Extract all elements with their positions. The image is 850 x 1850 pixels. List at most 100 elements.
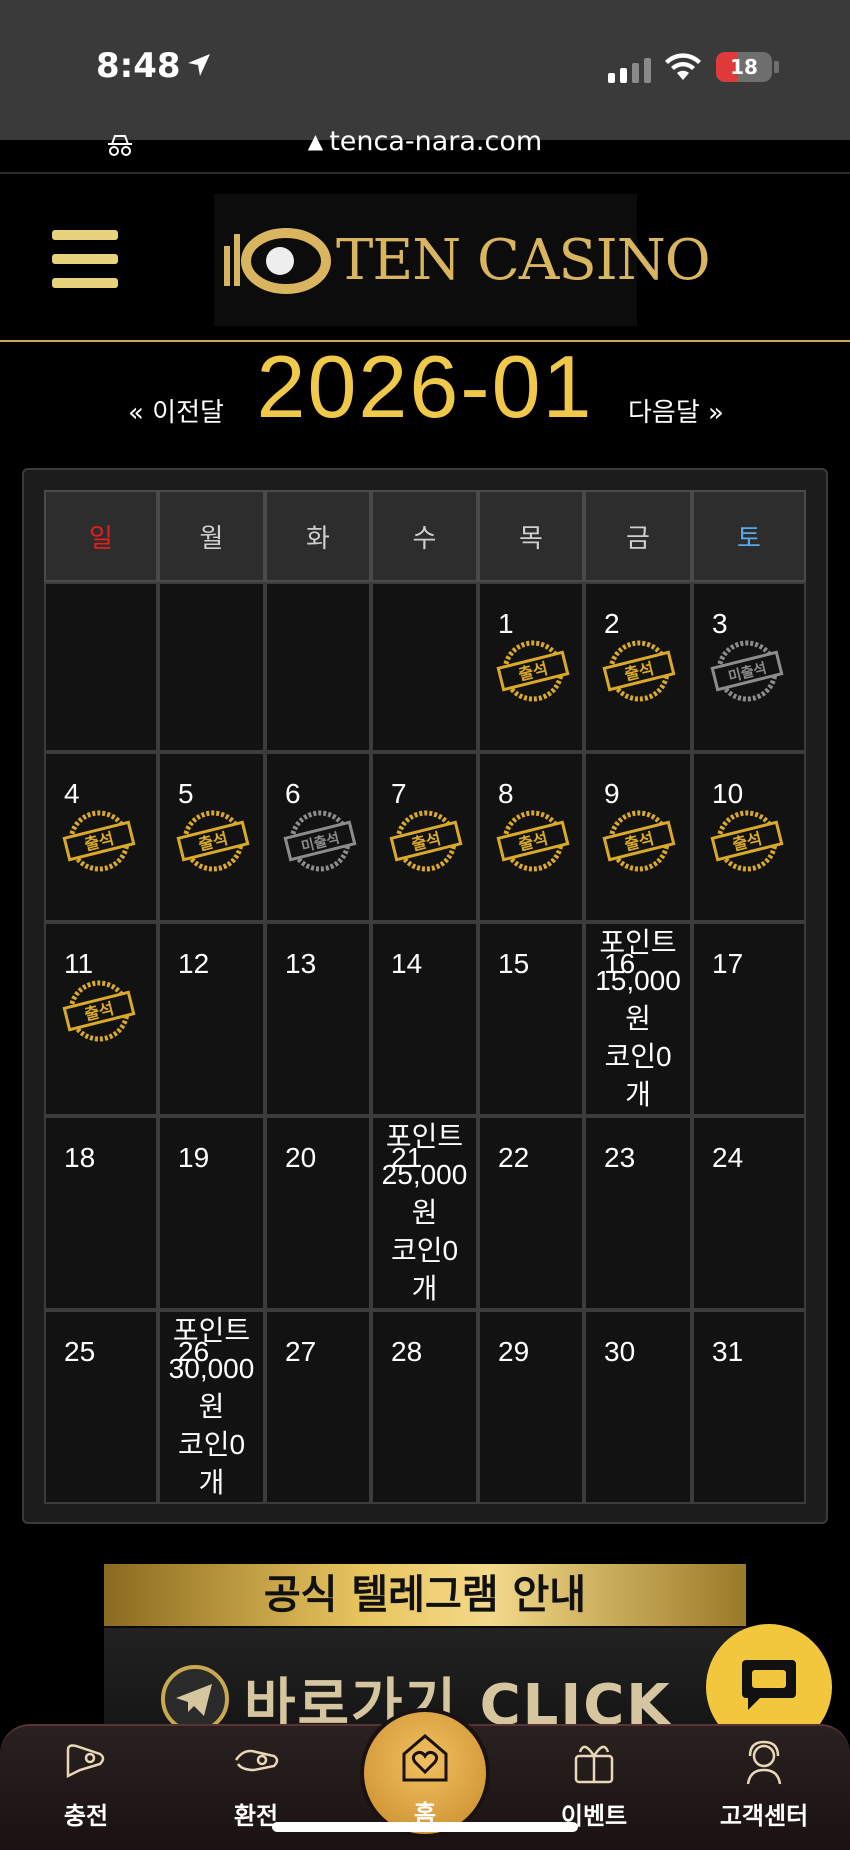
status-time: 8:48 — [96, 46, 181, 86]
cell-signal-icon — [608, 58, 651, 83]
calendar-day-cell[interactable]: 9 출석 — [584, 752, 692, 922]
calendar-day-cell[interactable]: 22 — [478, 1116, 584, 1310]
day-number: 20 — [285, 1142, 317, 1173]
day-number: 29 — [498, 1336, 530, 1367]
weekday-header: 토 — [692, 490, 806, 582]
home-indicator — [272, 1822, 578, 1832]
attended-stamp-icon: 출석 — [710, 810, 784, 872]
reward-note: 포인트 15,000 원 코인0 개 — [586, 924, 690, 1114]
calendar-grid: 일 월 화 수 목 금 토 1 출석 2 출석 3 미출석 4 출석 5 출석 6 미출석 7 출석 8 출석 9 출석 10 출석… — [44, 490, 806, 1504]
calendar-day-cell[interactable]: 11 출석 — [44, 922, 158, 1116]
weekday-header: 일 — [44, 490, 158, 582]
battery-icon: 18 — [716, 52, 772, 82]
calendar-day-cell[interactable]: 12 — [158, 922, 265, 1116]
day-number: 25 — [64, 1336, 96, 1367]
calendar-day-cell[interactable]: 30 — [584, 1310, 692, 1504]
calendar-day-cell[interactable]: 16 포인트 15,000 원 코인0 개 — [584, 922, 692, 1116]
calendar-day-cell[interactable]: 19 — [158, 1116, 265, 1310]
reward-note-line: 코인0 — [604, 1041, 672, 1072]
reward-note-line: 개 — [198, 1467, 225, 1498]
calendar-empty-cell — [371, 582, 478, 752]
weekday-label: 금 — [626, 524, 650, 554]
url-bar[interactable]: ▲ tenca-nara.com — [0, 126, 850, 157]
nav-home[interactable]: 홈 — [360, 1708, 490, 1838]
day-number: 13 — [285, 948, 317, 979]
url-text: tenca-nara.com — [329, 126, 543, 157]
menu-icon[interactable] — [52, 230, 118, 288]
reward-note: 포인트 25,000 원 코인0 개 — [373, 1118, 476, 1308]
calendar-day-cell[interactable]: 8 출석 — [478, 752, 584, 922]
location-arrow-icon — [188, 54, 210, 76]
next-month-link[interactable]: 다음달 » — [628, 392, 724, 429]
weekday-label: 토 — [737, 524, 761, 554]
calendar-day-cell[interactable]: 25 — [44, 1310, 158, 1504]
weekday-header: 수 — [371, 490, 478, 582]
chat-bubble-icon — [742, 1660, 796, 1710]
gift-icon — [574, 1745, 614, 1784]
exchange-icon — [234, 1749, 279, 1772]
calendar-day-cell[interactable]: 26 포인트 30,000 원 코인0 개 — [158, 1310, 265, 1504]
attended-stamp-icon: 출석 — [602, 810, 676, 872]
calendar-day-cell[interactable]: 23 — [584, 1116, 692, 1310]
calendar-day-cell[interactable]: 24 — [692, 1116, 806, 1310]
reward-note: 포인트 30,000 원 코인0 개 — [160, 1312, 263, 1502]
day-number: 12 — [178, 948, 210, 979]
day-number: 30 — [604, 1336, 636, 1367]
calendar-empty-cell — [44, 582, 158, 752]
reward-note-line: 30,000 — [168, 1353, 255, 1384]
calendar-day-cell[interactable]: 1 출석 — [478, 582, 584, 752]
calendar-day-cell[interactable]: 29 — [478, 1310, 584, 1504]
home-heart-icon — [402, 1734, 448, 1782]
support-agent-icon — [746, 1740, 782, 1785]
attended-stamp-icon: 출석 — [602, 640, 676, 702]
calendar-day-cell[interactable]: 2 출석 — [584, 582, 692, 752]
weekday-header: 월 — [158, 490, 265, 582]
weekday-label: 목 — [519, 524, 543, 554]
calendar-day-cell[interactable]: 4 출석 — [44, 752, 158, 922]
day-number: 15 — [498, 948, 530, 979]
calendar-day-cell[interactable]: 5 출석 — [158, 752, 265, 922]
status-bar: 8:48 18 ▲ tenca-nara.com — [0, 0, 850, 157]
calendar-day-cell[interactable]: 18 — [44, 1116, 158, 1310]
calendar-day-cell[interactable]: 13 — [265, 922, 371, 1116]
day-number: 18 — [64, 1142, 96, 1173]
calendar-day-cell[interactable]: 17 — [692, 922, 806, 1116]
nav-support-label: 고객센터 — [719, 1802, 809, 1830]
attended-stamp-icon: 출석 — [389, 810, 463, 872]
reward-note-line: 25,000 — [381, 1159, 468, 1190]
calendar-day-cell[interactable]: 21 포인트 25,000 원 코인0 개 — [371, 1116, 478, 1310]
battery-level: 18 — [730, 55, 758, 79]
logo-text: TEN CASINO — [336, 228, 711, 293]
reward-note-line: 개 — [625, 1079, 651, 1110]
charge-icon — [66, 1744, 105, 1779]
calendar-day-cell[interactable]: 3 미출석 — [692, 582, 806, 752]
reward-note-line: 원 — [625, 1003, 651, 1034]
site-logo[interactable]: TEN CASINO — [214, 194, 711, 326]
reward-note-line: 원 — [411, 1197, 438, 1228]
absent-stamp-icon: 미출석 — [710, 640, 784, 702]
calendar-day-cell[interactable]: 27 — [265, 1310, 371, 1504]
calendar-day-cell[interactable]: 6 미출석 — [265, 752, 371, 922]
attended-stamp-icon: 출석 — [496, 810, 570, 872]
calendar-day-cell[interactable]: 20 — [265, 1116, 371, 1310]
calendar-day-cell[interactable]: 7 출석 — [371, 752, 478, 922]
calendar-day-cell[interactable]: 15 — [478, 922, 584, 1116]
day-number: 27 — [285, 1336, 317, 1367]
calendar-day-cell[interactable]: 31 — [692, 1310, 806, 1504]
nav-charge-label: 충전 — [63, 1802, 109, 1830]
nav-charge[interactable]: 충전 — [16, 1726, 156, 1850]
nav-support[interactable]: 고객센터 — [694, 1726, 834, 1850]
calendar-day-cell[interactable]: 10 출석 — [692, 752, 806, 922]
weekday-label: 월 — [199, 524, 224, 554]
weekday-label: 화 — [306, 524, 330, 554]
reward-note-line: 개 — [411, 1273, 438, 1304]
banner-title: 공식 텔레그램 안내 — [104, 1564, 746, 1626]
calendar-empty-cell — [265, 582, 371, 752]
weekday-label: 수 — [412, 524, 437, 554]
calendar-day-cell[interactable]: 14 — [371, 922, 478, 1116]
calendar-day-cell[interactable]: 28 — [371, 1310, 478, 1504]
day-number: 31 — [712, 1336, 744, 1367]
attended-stamp-icon: 출석 — [176, 810, 250, 872]
weekday-header: 화 — [265, 490, 371, 582]
reward-note-line: 포인트 — [385, 1121, 464, 1152]
